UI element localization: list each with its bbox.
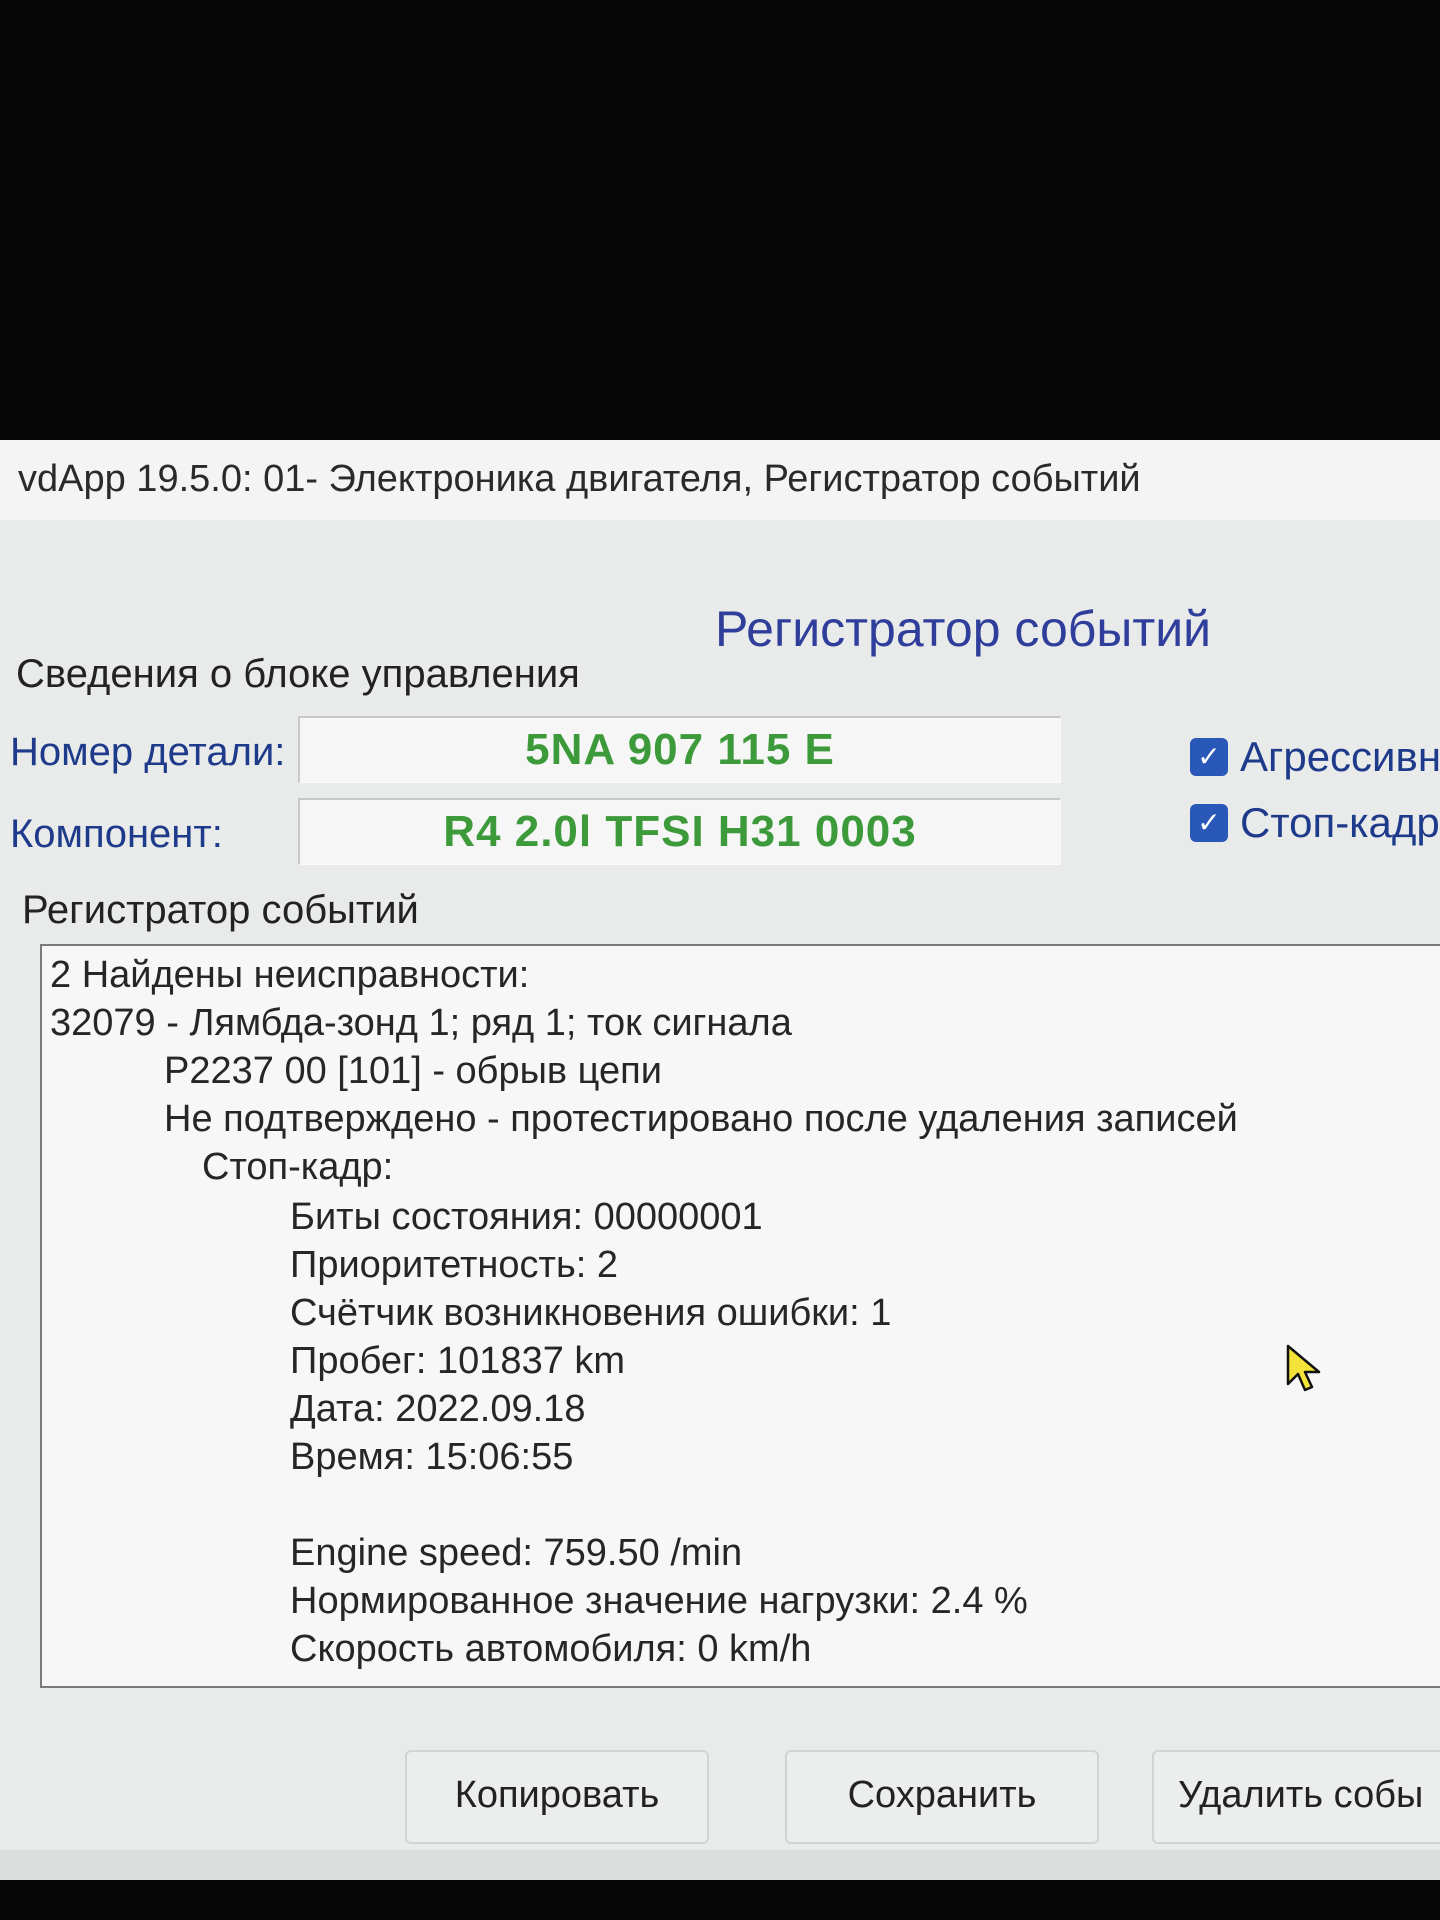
mouse-cursor-icon	[1286, 1344, 1321, 1392]
window-bottom-edge	[0, 1850, 1440, 1880]
title-bar[interactable]: vdApp 19.5.0: 01- Электроника двигателя,…	[0, 440, 1440, 520]
check-icon[interactable]: ✓	[1190, 803, 1228, 842]
log-line: Не подтверждено - протестировано после у…	[164, 1098, 1238, 1140]
save-button[interactable]: Сохранить	[785, 1750, 1099, 1844]
event-log-section-label: Регистратор событий	[22, 888, 419, 932]
part-number-field: 5NA 907 115 E	[298, 716, 1061, 783]
log-line: Нормированное значение нагрузки: 2.4 %	[290, 1580, 1028, 1622]
part-number-label: Номер детали:	[10, 730, 286, 774]
check-icon[interactable]: ✓	[1190, 737, 1228, 776]
log-line: Скорость автомобиля: 0 km/h	[290, 1628, 812, 1670]
log-line: Пробег: 101837 km	[290, 1340, 626, 1382]
screen: vdApp 19.5.0: 01- Электроника двигателя,…	[0, 0, 1440, 1920]
aggressive-mode-checkbox[interactable]: ✓ Агрессивн	[1190, 730, 1440, 781]
aggressive-mode-label: Агрессивн	[1240, 732, 1440, 780]
freeze-frame-checkbox[interactable]: ✓ Стоп-кадр	[1190, 796, 1440, 847]
log-line: Приоритетность: 2	[290, 1244, 618, 1286]
component-label: Компонент:	[10, 812, 223, 856]
log-line: Дата: 2022.09.18	[290, 1388, 586, 1430]
log-line: P2237 00 [101] - обрыв цепи	[164, 1050, 662, 1092]
log-line: Биты состояния: 00000001	[290, 1196, 763, 1238]
freeze-frame-label: Стоп-кадр	[1240, 798, 1440, 846]
event-recorder-window: vdApp 19.5.0: 01- Электроника двигателя,…	[0, 440, 1440, 1880]
log-line: 32079 - Лямбда-зонд 1; ряд 1; ток сигнал…	[50, 1002, 792, 1044]
component-field: R4 2.0l TFSI H31 0003	[298, 798, 1061, 865]
window-title: vdApp 19.5.0: 01- Электроника двигателя,…	[18, 458, 1141, 500]
delete-events-button[interactable]: Удалить собы	[1152, 1750, 1440, 1844]
log-line: 2 Найдены неисправности:	[50, 954, 530, 996]
log-line: Engine speed: 759.50 /min	[290, 1532, 743, 1574]
copy-button[interactable]: Копировать	[405, 1750, 709, 1844]
log-line: Счётчик возникновения ошибки: 1	[290, 1292, 892, 1334]
dialog-heading: Регистратор событий	[715, 601, 1212, 657]
event-log-textarea[interactable]: 2 Найдены неисправности: 32079 - Лямбда-…	[40, 944, 1440, 1688]
ecu-info-section-label: Сведения о блоке управления	[16, 652, 580, 696]
log-line: Время: 15:06:55	[290, 1436, 574, 1478]
log-line: Стоп-кадр:	[202, 1146, 394, 1188]
